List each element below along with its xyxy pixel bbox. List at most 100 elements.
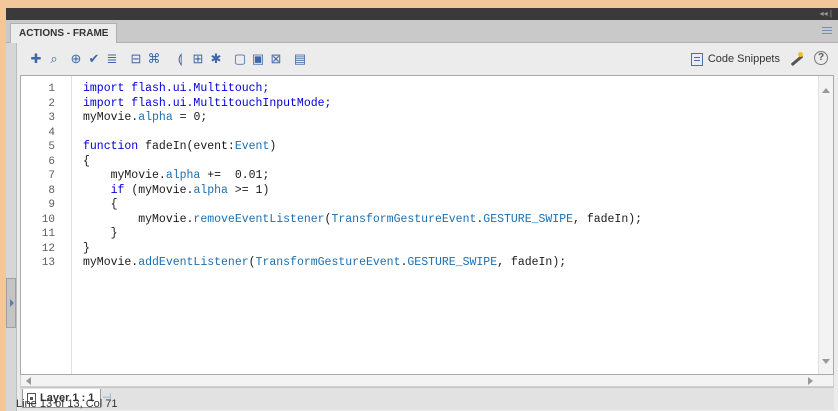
line-number: 6: [48, 155, 55, 168]
code-line[interactable]: 2 import flash.ui.MultitouchInputMode;: [21, 97, 811, 112]
code-token: fadeIn(event:: [138, 140, 235, 153]
panel-tab-row: ACTIONS - FRAME: [6, 20, 838, 43]
code-token: alpha: [165, 169, 201, 182]
code-text: import flash.ui.Multitouch;: [83, 82, 269, 97]
panel-menu-icon[interactable]: [822, 25, 832, 35]
scroll-left-icon[interactable]: [26, 377, 31, 385]
line-number: 8: [48, 184, 55, 197]
code-token: alpha: [193, 183, 228, 197]
target-path-icon[interactable]: ⊕: [68, 51, 84, 67]
code-text: myMovie.addEventListener(TransformGestur…: [83, 256, 566, 271]
debug-options-icon[interactable]: ⌘: [146, 51, 162, 67]
code-token: myMovie.: [83, 111, 139, 124]
code-line[interactable]: 9 {: [21, 198, 811, 213]
line-number: 5: [48, 141, 55, 153]
code-token: function: [83, 140, 139, 153]
code-line[interactable]: 11 }: [21, 227, 811, 242]
scroll-down-icon[interactable]: [822, 359, 830, 364]
code-token: ): [269, 140, 277, 153]
actions-panel: ◂◂ | ACTIONS - FRAME Code Snippets ? ✚ ⌕ ⊕…: [6, 8, 838, 411]
code-text: if (myMovie.alpha >= 1): [83, 183, 270, 199]
code-token: }: [83, 227, 118, 240]
code-snippets-label: Code Snippets: [707, 53, 780, 65]
vertical-scrollbar[interactable]: [818, 76, 833, 374]
line-number: 1: [48, 83, 55, 95]
apply-line-comment-icon[interactable]: ▣: [250, 51, 266, 67]
line-number: 13: [41, 257, 55, 269]
code-token: {: [83, 154, 90, 168]
code-text: myMovie.alpha = 0;: [83, 111, 207, 126]
scroll-up-icon[interactable]: [822, 88, 830, 93]
code-token: myMovie.: [83, 212, 194, 226]
show-hide-toolbox-icon[interactable]: ▤: [292, 51, 308, 67]
code-token: myMovie.: [83, 169, 166, 182]
code-token: >= 1): [227, 183, 270, 197]
line-number: 9: [48, 199, 55, 211]
code-area[interactable]: 1 import flash.ui.Multitouch; 2 import flas…: [21, 82, 811, 271]
horizontal-scrollbar[interactable]: [20, 375, 834, 387]
line-number: 12: [41, 242, 55, 255]
collapse-selection-icon[interactable]: ⊞: [190, 51, 206, 67]
code-line[interactable]: 7 myMovie.alpha += 0.01;: [21, 169, 811, 184]
code-token: GESTURE_SWIPE: [483, 212, 574, 226]
actions-content: Code Snippets ? ✚ ⌕ ⊕ ✔ ≣ ⊟ ⌘ ⟬ ⊞ ✱ ▢ ▣ ⊠ ▤ 1 import f…: [6, 43, 838, 411]
line-number: 7: [48, 170, 55, 182]
collapse-between-braces-icon[interactable]: ⟬: [172, 51, 188, 67]
code-assistant-wand-icon[interactable]: [788, 51, 804, 67]
code-token: TransformGestureEvent: [255, 256, 401, 269]
code-text: import flash.ui.MultitouchInputMode;: [83, 97, 331, 112]
code-token: Event: [234, 140, 270, 153]
code-token: TransformGestureEvent: [331, 212, 477, 226]
auto-format-icon[interactable]: ≣: [104, 51, 120, 67]
code-token: += 0.01;: [200, 169, 270, 182]
status-bar: Line 13 of 13, Col 71: [16, 398, 118, 410]
code-text: }: [83, 227, 118, 242]
code-text: }: [83, 242, 90, 257]
code-line[interactable]: 1 import flash.ui.Multitouch;: [21, 82, 811, 97]
remove-comment-icon[interactable]: ⊠: [268, 51, 284, 67]
code-token: (myMovie.: [124, 183, 194, 197]
expand-all-icon[interactable]: ✱: [208, 51, 224, 67]
code-token: }: [83, 241, 90, 255]
code-snippets-icon: [690, 52, 703, 66]
code-line[interactable]: 4: [21, 126, 811, 141]
expand-toolbox-button[interactable]: [6, 278, 16, 328]
line-number: 2: [48, 97, 55, 110]
collapse-panel-button[interactable]: ◂◂ |: [820, 8, 832, 20]
code-token: addEventListener: [138, 256, 249, 269]
panel-title-bar: ◂◂ |: [6, 8, 838, 20]
scroll-right-icon[interactable]: [808, 377, 813, 385]
code-line[interactable]: 3 myMovie.alpha = 0;: [21, 111, 811, 126]
code-token: import flash.ui.Multitouch;: [83, 82, 270, 95]
code-token: alpha: [138, 111, 173, 124]
code-token: {: [83, 198, 118, 211]
code-line[interactable]: 8 if (myMovie.alpha >= 1): [21, 184, 811, 199]
actions-toolbar: Code Snippets ? ✚ ⌕ ⊕ ✔ ≣ ⊟ ⌘ ⟬ ⊞ ✱ ▢ ▣ ⊠ ▤: [20, 47, 834, 71]
code-token: GESTURE_SWIPE: [407, 256, 498, 269]
code-text: {: [83, 198, 118, 213]
show-code-hint-icon[interactable]: ⊟: [128, 51, 144, 67]
code-token: import flash.ui.MultitouchInputMode;: [83, 96, 332, 110]
help-icon[interactable]: ?: [814, 51, 828, 65]
line-number: 4: [48, 126, 55, 139]
code-line[interactable]: 13 myMovie.addEventListener(TransformGest…: [21, 256, 811, 271]
apply-block-comment-icon[interactable]: ▢: [232, 51, 248, 67]
script-editor[interactable]: 1 import flash.ui.Multitouch; 2 import flas…: [20, 75, 834, 375]
code-token: myMovie.: [83, 256, 139, 269]
code-line[interactable]: 10 myMovie.removeEventListener(Transform…: [21, 213, 811, 228]
find-icon[interactable]: ⌕: [46, 51, 62, 67]
add-statement-icon[interactable]: ✚: [28, 51, 44, 67]
code-token: , fadeIn);: [497, 256, 567, 269]
tab-actions-frame[interactable]: ACTIONS - FRAME: [10, 23, 118, 43]
code-line[interactable]: 5 function fadeIn(event:Event): [21, 140, 811, 155]
code-line[interactable]: 6{: [21, 155, 811, 170]
code-line[interactable]: 12}: [21, 242, 811, 257]
line-number: 11: [41, 228, 55, 240]
check-syntax-icon[interactable]: ✔: [86, 51, 102, 67]
line-number: 10: [41, 213, 55, 226]
code-token: , fadeIn);: [573, 212, 643, 226]
code-text: {: [83, 155, 90, 170]
code-snippets-button[interactable]: Code Snippets: [690, 51, 780, 67]
code-token: = 0;: [172, 111, 208, 124]
